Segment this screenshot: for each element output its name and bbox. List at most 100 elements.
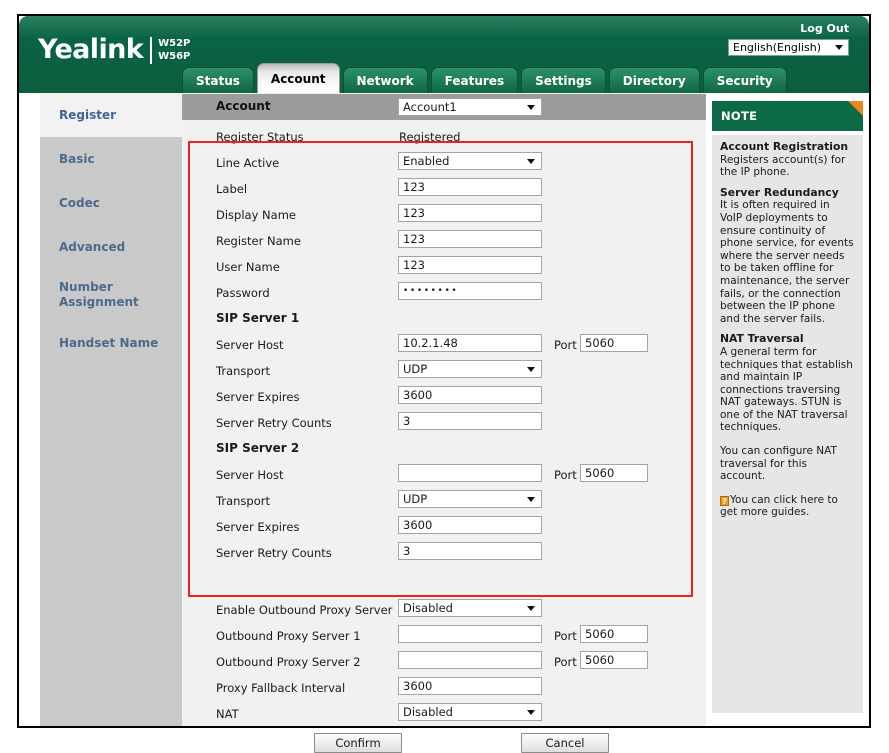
tab-account[interactable]: Account — [256, 63, 340, 93]
display-name-label: Display Name — [216, 208, 296, 222]
note-body: Account Registration Registers account(s… — [712, 135, 863, 713]
sidebar-item-number-assignment-line1: Number — [59, 280, 113, 294]
tab-network[interactable]: Network — [342, 67, 428, 93]
tab-settings[interactable]: Settings — [521, 67, 606, 93]
display-name-input[interactable]: 123 — [398, 204, 542, 222]
logout-link[interactable]: Log Out — [800, 22, 849, 35]
outbound1-port-input[interactable]: 5060 — [580, 625, 648, 643]
page-header: Yealink W52P W56P Log Out English(Englis… — [19, 16, 869, 93]
account-selector-band: Account Account1 — [182, 94, 706, 120]
sip1-port-input[interactable]: 5060 — [580, 334, 648, 352]
sip1-transport-select[interactable]: UDP — [398, 360, 542, 378]
label-input[interactable]: 123 — [398, 178, 542, 196]
note-text-nat-traversal: A general term for techniques that estab… — [720, 345, 853, 434]
user-name-label: User Name — [216, 260, 280, 274]
outbound2-input[interactable] — [398, 651, 542, 669]
password-input[interactable]: •••••••• — [398, 282, 542, 300]
language-select[interactable]: English(English) — [728, 39, 849, 56]
line-active-select[interactable]: Enabled — [398, 152, 542, 170]
account-select[interactable]: Account1 — [398, 98, 542, 116]
row-label: Label 123 — [182, 176, 706, 202]
note-more-guides-text: You can click here to get more guides. — [720, 493, 838, 519]
outbound2-port-label: Port — [554, 655, 577, 669]
row-sip1-transport: Transport UDP — [182, 358, 706, 384]
chevron-down-icon — [527, 496, 535, 502]
row-enable-outbound-proxy: Enable Outbound Proxy Server Disabled — [182, 597, 706, 623]
sip2-port-input[interactable]: 5060 — [580, 464, 648, 482]
account-band-label: Account — [216, 99, 271, 113]
sip2-transport-value: UDP — [403, 492, 428, 506]
row-sip-server-1-heading: SIP Server 1 — [182, 306, 706, 332]
sip2-transport-select[interactable]: UDP — [398, 490, 542, 508]
account-select-value: Account1 — [403, 100, 457, 114]
browser-window: Yealink W52P W56P Log Out English(Englis… — [17, 14, 871, 753]
sidebar-nav: Register Basic Codec Advanced Number Ass… — [40, 93, 182, 726]
row-register-status: Register Status Registered — [182, 124, 706, 150]
tab-security[interactable]: Security — [702, 67, 787, 93]
sip2-server-host-label: Server Host — [216, 468, 284, 482]
chevron-down-icon — [527, 709, 535, 715]
note-heading-account-registration: Account Registration — [720, 140, 849, 153]
sidebar-item-number-assignment[interactable]: Number Assignment — [40, 269, 182, 321]
enable-outbound-select[interactable]: Disabled — [398, 599, 542, 617]
note-text-extra: You can configure NAT traversal for this… — [720, 445, 837, 483]
sip1-transport-value: UDP — [403, 362, 428, 376]
register-status-label: Register Status — [216, 130, 304, 144]
sip2-expires-input[interactable]: 3600 — [398, 516, 542, 534]
sidebar-item-advanced[interactable]: Advanced — [40, 225, 182, 269]
sidebar-item-codec[interactable]: Codec — [40, 181, 182, 225]
sip2-server-host-input[interactable] — [398, 464, 542, 482]
logo-model-1: W52P — [158, 38, 191, 49]
account-register-form: Account Account1 Register Status Registe… — [182, 93, 706, 753]
note-title: NOTE — [721, 109, 758, 123]
row-register-name: Register Name 123 — [182, 228, 706, 254]
register-name-input[interactable]: 123 — [398, 230, 542, 248]
outbound2-label: Outbound Proxy Server 2 — [216, 655, 361, 669]
sidebar-item-number-assignment-line2: Assignment — [59, 295, 139, 309]
logo-model-names: W52P W56P — [158, 36, 190, 63]
user-name-input[interactable]: 123 — [398, 256, 542, 274]
nat-select[interactable]: Disabled — [398, 703, 542, 721]
note-header: NOTE — [712, 101, 863, 131]
sip1-retry-label: Server Retry Counts — [216, 416, 332, 430]
main-tab-bar: Status Account Network Features Settings… — [182, 63, 787, 93]
note-panel: NOTE Account Registration Registers acco… — [706, 93, 869, 726]
outbound2-port-input[interactable]: 5060 — [580, 651, 648, 669]
logo-model-2: W56P — [158, 50, 191, 62]
sip1-expires-input[interactable]: 3600 — [398, 386, 542, 404]
chevron-down-icon — [527, 605, 535, 611]
outbound1-label: Outbound Proxy Server 1 — [216, 629, 361, 643]
note-more-guides-link[interactable]: ? You can click here to get more guides. — [720, 494, 855, 519]
note-corner-fold-icon — [848, 101, 863, 116]
sidebar-item-handset-name[interactable]: Handset Name — [40, 321, 182, 365]
outbound1-input[interactable] — [398, 625, 542, 643]
confirm-button[interactable]: Confirm — [314, 733, 402, 753]
sidebar-item-basic[interactable]: Basic — [40, 137, 182, 181]
sip1-retry-input[interactable]: 3 — [398, 412, 542, 430]
chevron-down-icon — [527, 104, 535, 110]
fallback-input[interactable]: 3600 — [398, 677, 542, 695]
row-sip1-expires: Server Expires 3600 — [182, 384, 706, 410]
note-spacer-2 — [720, 483, 855, 494]
sip1-expires-label: Server Expires — [216, 390, 300, 404]
sip2-retry-label: Server Retry Counts — [216, 546, 332, 560]
sidebar-item-register[interactable]: Register — [40, 93, 182, 137]
line-active-label: Line Active — [216, 156, 280, 170]
sip2-retry-input[interactable]: 3 — [398, 542, 542, 560]
tab-directory[interactable]: Directory — [608, 67, 700, 93]
sip1-server-host-input[interactable]: 10.2.1.48 — [398, 334, 542, 352]
tab-status[interactable]: Status — [182, 67, 254, 93]
register-status-value: Registered — [399, 130, 461, 144]
row-user-name: User Name 123 — [182, 254, 706, 280]
label-label: Label — [216, 182, 248, 196]
cancel-button[interactable]: Cancel — [521, 733, 609, 753]
question-mark-icon: ? — [720, 495, 729, 506]
chevron-down-icon — [527, 158, 535, 164]
note-text-account-registration: Registers account(s) for the IP phone. — [720, 153, 846, 179]
row-sip2-retry-counts: Server Retry Counts 3 — [182, 540, 706, 566]
fallback-label: Proxy Fallback Interval — [216, 681, 346, 695]
note-spacer — [720, 434, 855, 445]
tab-features[interactable]: Features — [430, 67, 519, 93]
logo-wordmark: Yealink — [38, 34, 144, 65]
row-sip-server-2-heading: SIP Server 2 — [182, 436, 706, 462]
